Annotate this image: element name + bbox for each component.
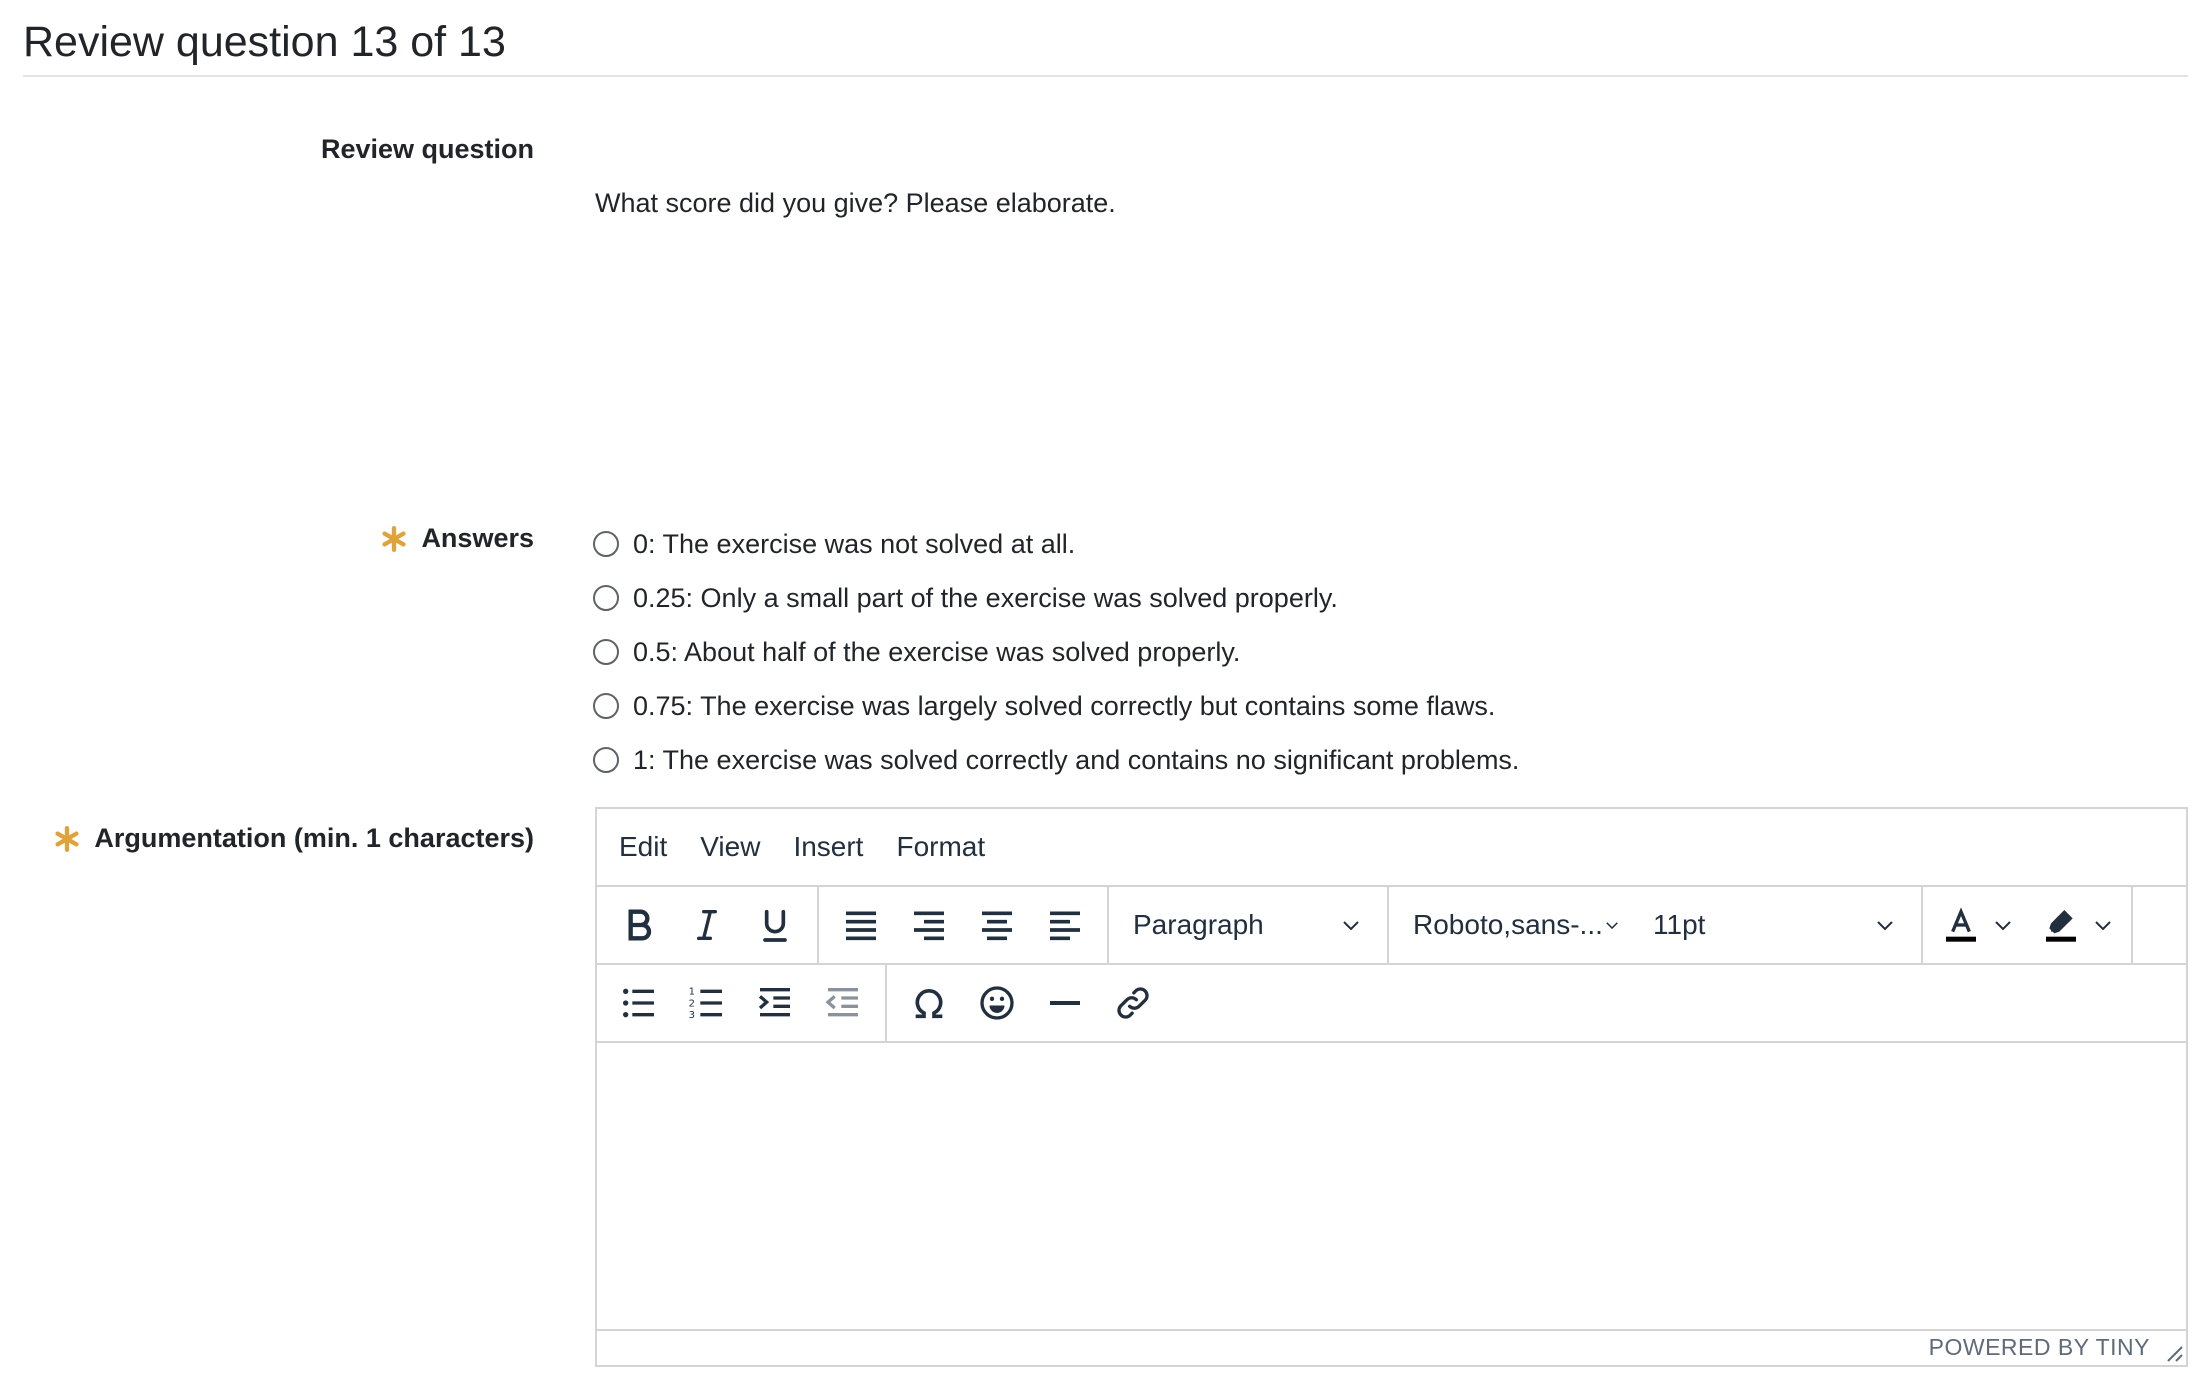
numbered-list-icon: 123 (689, 987, 722, 1021)
answer-option[interactable]: 0.75: The exercise was largely solved co… (593, 679, 1519, 733)
answer-option-label: 0.75: The exercise was largely solved co… (633, 690, 1496, 721)
text-color-button[interactable] (1931, 893, 1991, 957)
text-color-split-button[interactable] (1931, 893, 2031, 957)
highlight-color-split-button[interactable] (2031, 893, 2123, 957)
special-character-icon (915, 989, 943, 1019)
font-group: Roboto,sans-... 11pt (1389, 887, 1923, 963)
argumentation-label: Argumentation (min. 1 characters) (54, 823, 534, 854)
align-justify-button[interactable] (827, 893, 895, 957)
editor-content-area[interactable] (597, 1043, 2186, 1331)
list-group: 123 (597, 965, 887, 1041)
emoji-icon (980, 986, 1014, 1020)
svg-text:3: 3 (689, 1010, 695, 1021)
underline-icon (763, 909, 787, 942)
bullet-list-button[interactable] (605, 971, 673, 1035)
emoji-button[interactable] (963, 971, 1031, 1035)
align-left-button[interactable] (1031, 893, 1099, 957)
align-justify-icon (846, 911, 876, 941)
indent-icon (758, 988, 790, 1017)
bold-icon (628, 909, 652, 941)
editor-menubar: Edit View Insert Format (597, 809, 2186, 887)
answer-option-label: 0: The exercise was not solved at all. (633, 528, 1076, 559)
outdent-button[interactable] (809, 971, 877, 1035)
font-family-value: Roboto,sans-... (1413, 909, 1603, 940)
font-size-value: 11pt (1653, 909, 1706, 940)
resize-handle-icon[interactable] (2164, 1343, 2184, 1363)
special-character-button[interactable] (895, 971, 963, 1035)
rich-text-editor: Edit View Insert Format Paragraph Roboto… (595, 807, 2188, 1367)
required-icon (382, 525, 407, 552)
link-icon (1117, 987, 1149, 1019)
answer-option[interactable]: 0.25: Only a small part of the exercise … (593, 571, 1519, 625)
answer-option-label: 0.25: Only a small part of the exercise … (633, 582, 1338, 613)
align-center-icon (982, 911, 1012, 941)
link-button[interactable] (1099, 971, 1167, 1035)
review-question-label: Review question (321, 134, 534, 165)
chevron-down-icon[interactable] (2091, 913, 2115, 937)
italic-icon (697, 910, 717, 940)
page-title: Review question 13 of 13 (23, 18, 506, 66)
radio-button[interactable] (593, 585, 619, 611)
bullet-list-icon (623, 988, 654, 1018)
outdent-icon (825, 988, 858, 1017)
align-center-button[interactable] (963, 893, 1031, 957)
answer-option-label: 0.5: About half of the exercise was solv… (633, 636, 1241, 667)
menu-insert[interactable]: Insert (793, 831, 863, 863)
radio-button[interactable] (593, 693, 619, 719)
chevron-down-icon[interactable] (1991, 913, 2015, 937)
answer-option[interactable]: 1: The exercise was solved correctly and… (593, 733, 1519, 787)
title-divider (23, 75, 2188, 77)
block-format-group: Paragraph (1109, 887, 1389, 963)
chevron-down-icon (1877, 921, 1893, 931)
answers-label-text: Answers (421, 523, 534, 553)
radio-button[interactable] (593, 531, 619, 557)
svg-text:2: 2 (689, 998, 695, 1009)
horizontal-rule-button[interactable] (1031, 971, 1099, 1035)
insert-group (887, 965, 1175, 1041)
align-right-button[interactable] (895, 893, 963, 957)
color-group (1923, 887, 2133, 963)
highlight-color-icon (2046, 910, 2076, 942)
horizontal-rule-icon (1050, 1001, 1080, 1005)
editor-statusbar: POWERED BY TINY (597, 1331, 2186, 1365)
format-group (597, 887, 819, 963)
answer-option[interactable]: 0: The exercise was not solved at all. (593, 517, 1519, 571)
menu-format[interactable]: Format (896, 831, 985, 863)
block-format-select[interactable]: Paragraph (1117, 893, 1379, 957)
numbered-list-button[interactable]: 123 (673, 971, 741, 1035)
editor-toolbar-row-1: Paragraph Roboto,sans-... 11pt (597, 887, 2186, 965)
text-color-icon (1946, 907, 1976, 942)
bold-button[interactable] (605, 893, 673, 957)
italic-button[interactable] (673, 893, 741, 957)
block-format-value: Paragraph (1133, 909, 1264, 940)
review-question-label-text: Review question (320, 134, 534, 164)
radio-button[interactable] (593, 747, 619, 773)
menu-view[interactable]: View (700, 831, 760, 863)
required-icon (55, 825, 79, 852)
tiny-branding-link[interactable]: POWERED BY TINY (1929, 1334, 2150, 1361)
align-right-icon (914, 911, 944, 941)
menu-edit[interactable]: Edit (619, 831, 667, 863)
svg-text:1: 1 (689, 987, 695, 998)
align-left-icon (1050, 911, 1080, 941)
radio-button[interactable] (593, 639, 619, 665)
indent-button[interactable] (741, 971, 809, 1035)
font-size-select[interactable]: 11pt (1637, 893, 1913, 957)
answers-label: Answers (381, 523, 534, 554)
answer-option-label: 1: The exercise was solved correctly and… (633, 744, 1520, 775)
underline-button[interactable] (741, 893, 809, 957)
chevron-down-icon (1606, 922, 1618, 930)
chevron-down-icon (1343, 921, 1359, 931)
answer-option[interactable]: 0.5: About half of the exercise was solv… (593, 625, 1519, 679)
highlight-color-button[interactable] (2031, 893, 2091, 957)
alignment-group (819, 887, 1109, 963)
editor-toolbar-row-2: 123 (597, 965, 2186, 1043)
font-family-select[interactable]: Roboto,sans-... (1397, 893, 1637, 957)
argumentation-label-text: Argumentation (min. 1 characters) (94, 823, 534, 853)
answers-radio-group: 0: The exercise was not solved at all. 0… (593, 517, 1519, 787)
question-text: What score did you give? Please elaborat… (595, 188, 1116, 218)
